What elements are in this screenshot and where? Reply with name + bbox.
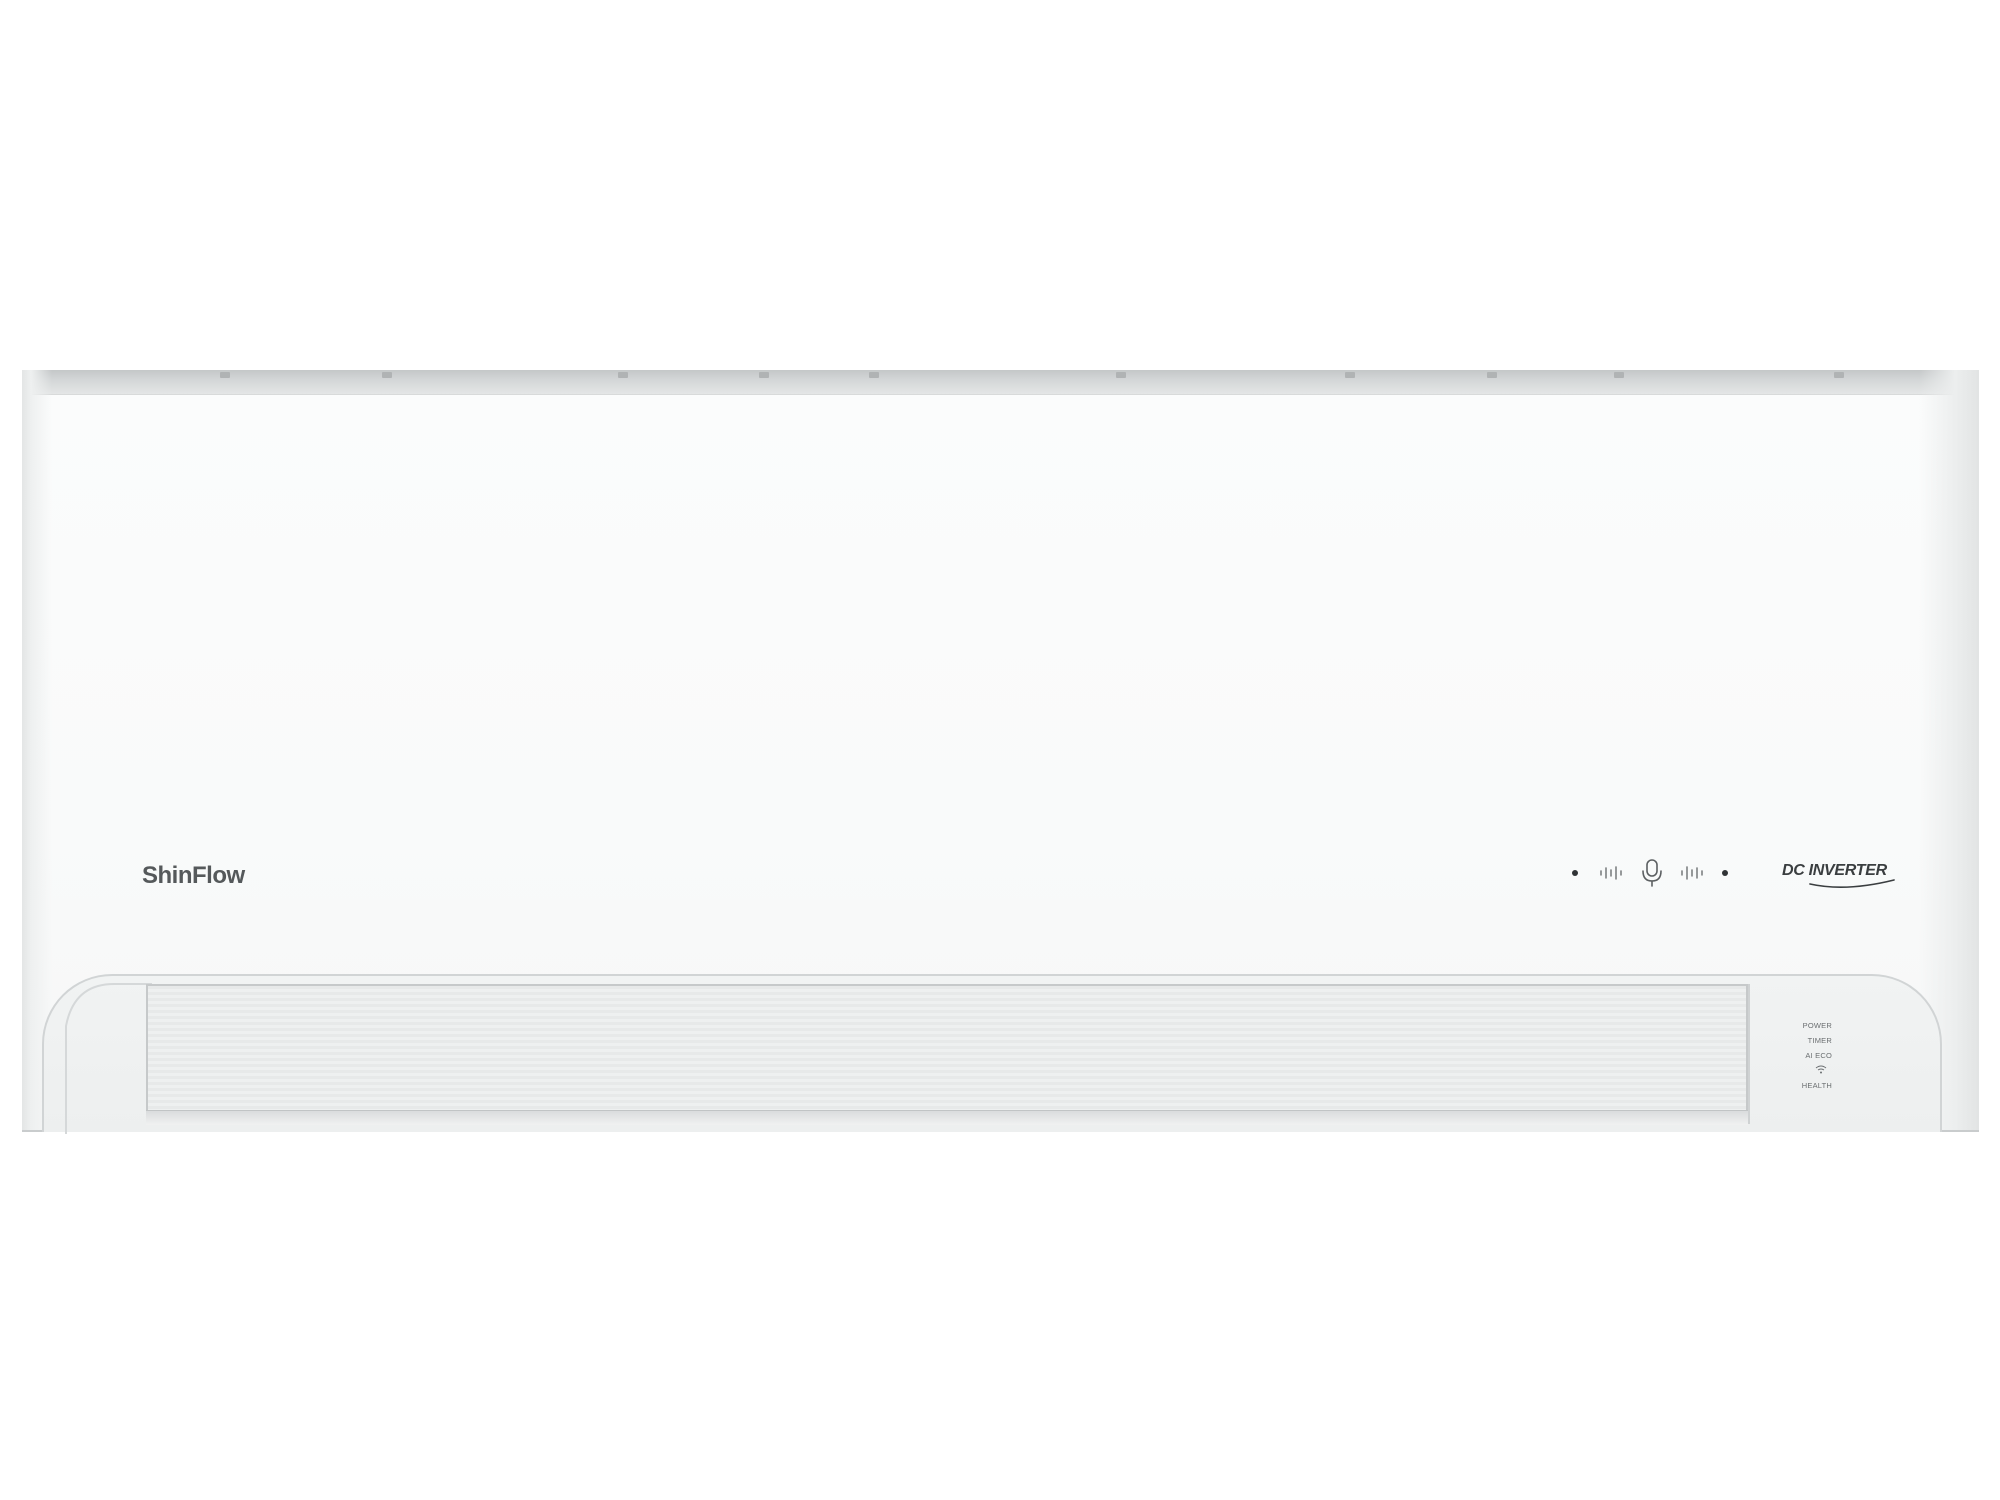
indicator-panel: POWER TIMER AI ECO HEALTH (1748, 984, 1944, 1124)
rim-notch (618, 372, 628, 378)
rim-notch (220, 372, 230, 378)
indicator-power: POWER (1802, 1021, 1832, 1030)
rim-notch (1487, 372, 1497, 378)
rim-notch (382, 372, 392, 378)
rim-notch (1116, 372, 1126, 378)
indicator-ai-eco: AI ECO (1805, 1051, 1832, 1060)
sound-wave-icon (1681, 866, 1703, 880)
indicator-health: HEALTH (1801, 1081, 1832, 1090)
product-image: ShinFlow DC INVERTER POWER TIMER AI ECO … (0, 0, 2000, 1500)
top-rim (24, 370, 1977, 395)
louver-lip (146, 1110, 1748, 1125)
dot-icon (1722, 870, 1728, 876)
swoosh-icon (1809, 879, 1895, 888)
wifi-icon (1815, 1065, 1827, 1074)
microphone-icon (1642, 859, 1662, 887)
sound-wave-icon (1600, 866, 1622, 880)
rim-notch (1834, 372, 1844, 378)
dc-inverter-badge: DC INVERTER (1776, 860, 1906, 894)
rim-notch (869, 372, 879, 378)
rim-notch (1345, 372, 1355, 378)
air-louver (146, 984, 1748, 1122)
rim-notch (759, 372, 769, 378)
dot-icon (1572, 870, 1578, 876)
rim-notch (1614, 372, 1624, 378)
lower-housing: POWER TIMER AI ECO HEALTH (22, 970, 1979, 1134)
brand-logo: ShinFlow (142, 862, 245, 889)
indicator-timer: TIMER (1807, 1036, 1832, 1045)
voice-control-strip (1572, 859, 1728, 887)
